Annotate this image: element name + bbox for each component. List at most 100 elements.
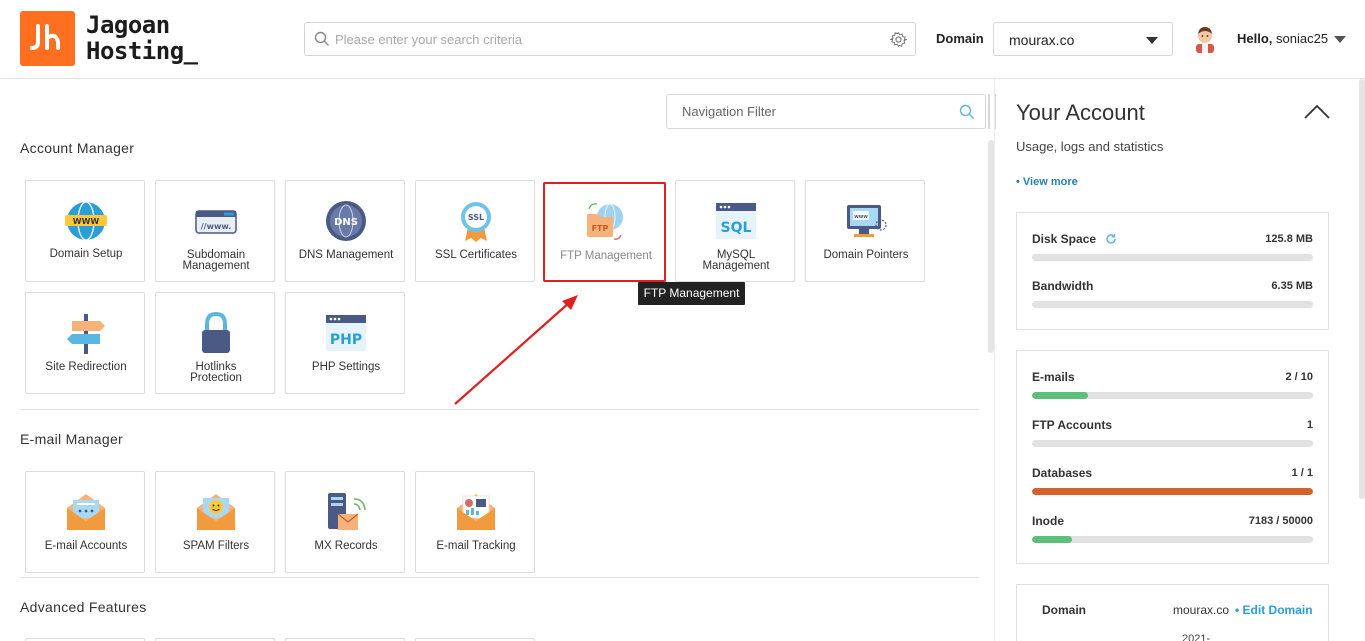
tile-php-settings[interactable]: PHP PHP Settings bbox=[285, 292, 405, 394]
tile-label: E-mail Accounts bbox=[44, 540, 128, 552]
app-root: Jagoan Hosting_ Domain mourax.co bbox=[0, 0, 1365, 641]
tile-ftp-management[interactable]: FTP FTP Management bbox=[543, 182, 666, 282]
stat-label-databases: Databases bbox=[1032, 466, 1093, 480]
view-more-link[interactable]: • View more bbox=[1016, 176, 1078, 188]
domain-info-date: 2021- bbox=[1182, 633, 1211, 641]
tile-domain-setup[interactable]: WWW Domain Setup bbox=[25, 180, 145, 282]
tile-subdomain-management[interactable]: //www. Subdomain Management bbox=[155, 180, 275, 282]
stat-label-bandwidth: Bandwidth bbox=[1032, 279, 1094, 293]
tile-label: PHP Settings bbox=[311, 361, 381, 373]
stat-label-ftp-accounts: FTP Accounts bbox=[1032, 418, 1113, 432]
global-search[interactable] bbox=[304, 22, 916, 56]
right-scrollbar[interactable] bbox=[1359, 79, 1365, 499]
stat-value-databases: 1 / 1 bbox=[1291, 467, 1313, 479]
progress-bandwidth bbox=[1032, 301, 1313, 308]
stat-value-bandwidth: 6.35 MB bbox=[1271, 280, 1313, 292]
tile-mysql-management[interactable]: SQL MySQL Management bbox=[675, 180, 795, 282]
svg-text:DNS: DNS bbox=[334, 217, 358, 228]
stat-value-inode: 7183 / 50000 bbox=[1248, 515, 1313, 527]
domain-label: Domain bbox=[936, 31, 984, 46]
chevron-down-icon bbox=[1146, 37, 1158, 44]
user-greeting[interactable]: Hello, soniac25 bbox=[1237, 31, 1328, 46]
php-icon: PHP bbox=[326, 315, 366, 351]
tile-label: SSL Certificates bbox=[434, 249, 518, 261]
signpost-icon bbox=[67, 314, 105, 354]
domain-select[interactable]: mourax.co bbox=[993, 22, 1173, 56]
logo-mark[interactable] bbox=[20, 11, 75, 66]
usage-card-resources: E-mails 2 / 10 FTP Accounts 1 Databases … bbox=[1016, 350, 1329, 564]
navigation-filter[interactable] bbox=[666, 94, 986, 129]
user-menu-chevron-icon[interactable] bbox=[1334, 36, 1346, 43]
domain-select-value: mourax.co bbox=[1009, 32, 1075, 48]
account-panel-title: Your Account bbox=[1016, 100, 1145, 125]
refresh-icon[interactable] bbox=[1105, 233, 1117, 245]
progress-fill bbox=[1032, 488, 1313, 495]
annotation-arrow-icon bbox=[454, 295, 578, 405]
tile-label: Site Redirection bbox=[45, 361, 127, 373]
domain-info-value: mourax.co bbox=[1173, 603, 1230, 617]
tile-label: FTP Management bbox=[560, 250, 652, 262]
tile-ssl-certificates[interactable]: SSL SSL Certificates bbox=[415, 180, 535, 282]
logo-icon bbox=[30, 24, 60, 50]
tile-site-redirection[interactable]: Site Redirection bbox=[25, 292, 145, 394]
chevron-up-icon[interactable] bbox=[1304, 104, 1330, 120]
ssl-badge-icon: SSL bbox=[461, 202, 491, 242]
edit-domain-link[interactable]: • Edit Domain bbox=[1235, 603, 1313, 617]
progress-fill bbox=[1032, 536, 1073, 543]
tile-label: Domain Pointers bbox=[823, 249, 909, 261]
svg-text:SQL: SQL bbox=[721, 220, 752, 236]
svg-text:FTP: FTP bbox=[592, 224, 609, 233]
tile-dns-management[interactable]: DNS DNS Management bbox=[285, 180, 405, 282]
search-icon bbox=[314, 31, 329, 46]
stat-value-emails: 2 / 10 bbox=[1285, 371, 1313, 383]
tile-mx-records[interactable]: MX Records bbox=[285, 471, 405, 573]
section-advanced-features: Advanced Features bbox=[20, 599, 147, 615]
subdomain-icon: //www. bbox=[195, 210, 237, 234]
envelope-smile-icon bbox=[197, 494, 235, 530]
padlock-icon bbox=[202, 311, 230, 353]
avatar[interactable] bbox=[1193, 25, 1217, 53]
domain-info-label: Domain bbox=[1042, 603, 1087, 617]
stat-label-text: Disk Space bbox=[1032, 232, 1097, 246]
tile-label: Domain Setup bbox=[49, 248, 123, 260]
navigation-filter-input[interactable] bbox=[682, 95, 942, 128]
tile-label: Hotlinks Protection bbox=[190, 361, 242, 384]
envelope-icon bbox=[67, 494, 105, 530]
tile-label: MySQL Management bbox=[702, 249, 770, 272]
stat-value-ftp-accounts: 1 bbox=[1306, 419, 1313, 431]
ftp-folder-icon: FTP bbox=[587, 203, 623, 240]
envelope-chart-icon bbox=[457, 494, 495, 530]
progress-databases bbox=[1032, 488, 1313, 495]
progress-disk-space bbox=[1032, 254, 1313, 261]
section-divider bbox=[20, 577, 979, 578]
svg-text:SSL: SSL bbox=[468, 213, 484, 222]
svg-text:www: www bbox=[854, 214, 868, 220]
usage-card-storage: Disk Space 125.8 MB Bandwidth 6.35 MB bbox=[1016, 212, 1329, 330]
tooltip: FTP Management bbox=[638, 282, 745, 305]
search-input[interactable] bbox=[335, 23, 875, 55]
tile-email-tracking[interactable]: E-mail Tracking bbox=[415, 471, 535, 573]
stat-label-disk-space: Disk Space bbox=[1032, 232, 1117, 246]
search-icon bbox=[959, 104, 974, 119]
dns-globe-icon: DNS bbox=[326, 201, 366, 241]
tile-domain-pointers[interactable]: www Domain Pointers bbox=[805, 180, 925, 282]
server-signal-icon bbox=[328, 493, 366, 530]
tile-label: Subdomain Management bbox=[182, 249, 250, 272]
username: soniac25 bbox=[1276, 31, 1329, 46]
tile-hotlinks-protection[interactable]: Hotlinks Protection bbox=[155, 292, 275, 394]
tile-label: E-mail Tracking bbox=[436, 540, 516, 552]
tile-spam-filters[interactable]: SPAM Filters bbox=[155, 471, 275, 573]
tile-label: SPAM Filters bbox=[182, 540, 250, 552]
tile-email-accounts[interactable]: E-mail Accounts bbox=[25, 471, 145, 573]
progress-inode bbox=[1032, 536, 1313, 543]
top-header: Jagoan Hosting_ Domain mourax.co bbox=[0, 0, 1365, 79]
hello-prefix: Hello, bbox=[1237, 31, 1273, 46]
svg-text://www.: //www. bbox=[201, 222, 232, 231]
tile-label: MX Records bbox=[314, 540, 378, 552]
section-divider bbox=[20, 409, 979, 410]
www-globe-icon: WWW bbox=[65, 201, 107, 241]
svg-text:WWW: WWW bbox=[73, 217, 100, 226]
monitor-pointer-icon: www bbox=[847, 205, 887, 237]
tile-label: DNS Management bbox=[298, 249, 394, 261]
gear-icon[interactable] bbox=[890, 31, 907, 48]
